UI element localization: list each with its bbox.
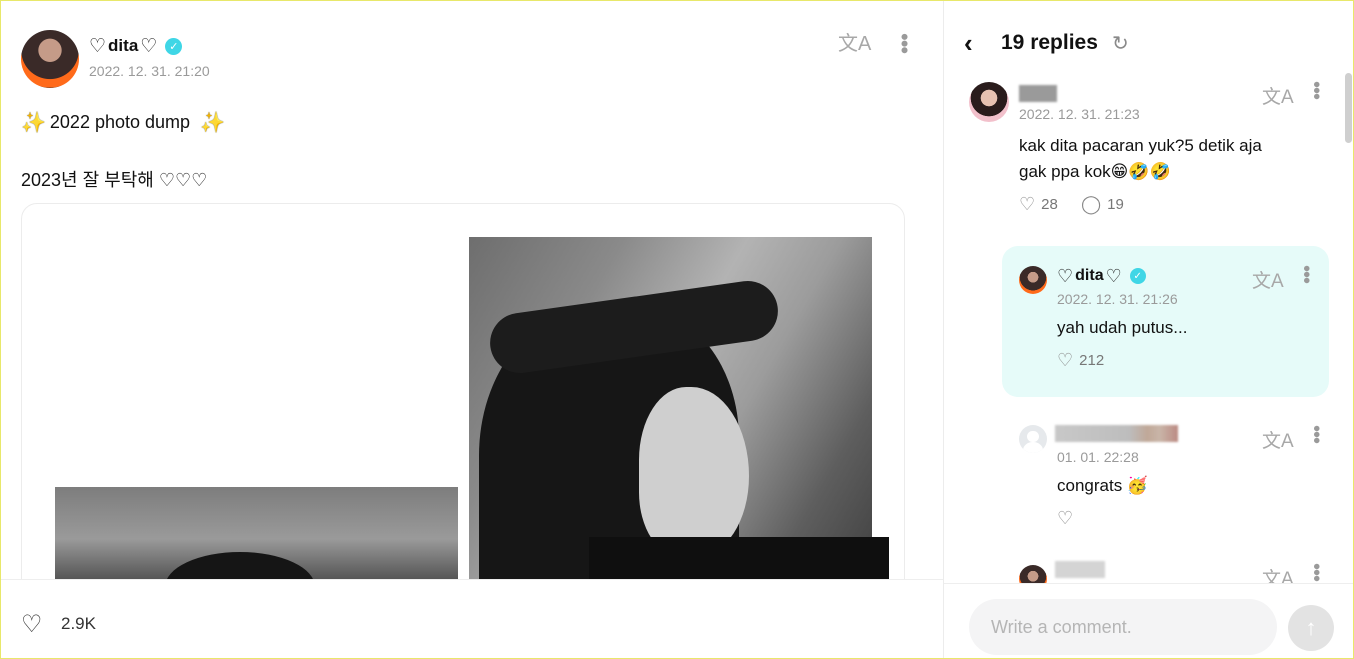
heart-icon: ♡	[1057, 266, 1074, 286]
reply-date: 2022. 12. 31. 21:23	[1019, 106, 1140, 122]
reply-text: congrats 🥳	[1057, 476, 1149, 495]
send-button[interactable]: ↑	[1288, 605, 1334, 651]
reply-author-name-blurred	[1055, 425, 1178, 442]
verified-badge-icon: ✓	[1129, 268, 1146, 284]
heart-icon: ♡	[140, 35, 158, 57]
verified-badge-icon: ✓	[165, 37, 183, 55]
like-count: 2.9K	[61, 614, 96, 633]
heart-hand-icon: ♡	[1057, 508, 1074, 528]
post-footer: ♡ 2.9K	[0, 579, 943, 659]
author-avatar[interactable]	[1019, 266, 1047, 294]
comment-bar: ↑	[944, 583, 1354, 659]
reply-author[interactable]: ♡ dita ♡ ✓	[1057, 267, 1146, 285]
post-text-line1: ✨ 2022 photo dump ✨	[21, 110, 225, 135]
refresh-icon[interactable]: ↻	[1112, 31, 1129, 56]
post-line1-text: 2022 photo dump	[49, 112, 191, 132]
heart-icon: ♡	[1105, 266, 1122, 286]
post-panel: ♡ dita ♡ ✓ 2022. 12. 31. 21:20 文A ••• ✨ …	[0, 0, 943, 659]
post-author[interactable]: ♡ dita ♡ ✓	[89, 35, 183, 57]
translate-icon[interactable]: 文A	[838, 34, 871, 54]
reply-comments: 19	[1107, 196, 1124, 213]
reply-date: 01. 01. 22:28	[1057, 449, 1139, 465]
reply-like-button[interactable]: ♡	[1057, 508, 1073, 529]
reply-likes: 28	[1041, 196, 1058, 213]
reply-date: 2022. 12. 31. 21:26	[1057, 291, 1178, 307]
heart-icon: ♡	[89, 35, 107, 57]
author-avatar[interactable]	[21, 30, 79, 88]
scrollbar[interactable]	[1345, 73, 1352, 143]
translate-icon[interactable]: 文A	[1262, 82, 1294, 109]
author-name: dita	[108, 36, 139, 55]
reply-text: yah udah putus...	[1057, 318, 1188, 337]
reply-text-line2: gak ppa kok😁🤣🤣	[1019, 162, 1171, 181]
comment-input[interactable]	[969, 599, 1277, 655]
replies-title: 19 replies	[1001, 31, 1098, 54]
more-vertical-icon[interactable]: •••	[1304, 81, 1327, 99]
post-date: 2022. 12. 31. 21:20	[89, 63, 210, 79]
more-vertical-icon[interactable]: •••	[892, 33, 917, 53]
photo-gallery[interactable]	[21, 203, 905, 603]
translate-icon[interactable]: 文A	[1262, 426, 1294, 453]
post-text-line2: 2023년 잘 부탁해 ♡♡♡	[21, 170, 208, 190]
sparkle-icon: ✨	[21, 112, 46, 134]
reply-avatar[interactable]	[1019, 425, 1047, 453]
more-vertical-icon[interactable]: •••	[1304, 563, 1327, 581]
reply-avatar[interactable]	[969, 82, 1009, 122]
replies-panel: ‹ 19 replies ↻ 2022. 12. 31. 21:23 文A ••…	[944, 0, 1354, 659]
more-vertical-icon[interactable]: •••	[1304, 425, 1327, 443]
reply-text-line1: kak dita pacaran yuk?5 detik aja	[1019, 136, 1262, 155]
reply-like-count[interactable]: ♡ 28	[1019, 194, 1058, 215]
sparkle-icon: ✨	[200, 112, 225, 134]
chevron-left-icon[interactable]: ‹	[964, 28, 973, 59]
more-vertical-icon[interactable]: •••	[1294, 265, 1317, 283]
heart-hand-icon: ♡	[1019, 194, 1036, 214]
reply-comment-count[interactable]: ◯ 19	[1081, 194, 1124, 215]
reply-author-name-blurred	[1055, 561, 1105, 578]
translate-icon[interactable]: 文A	[1252, 266, 1284, 293]
reply-author-name-blurred	[1019, 85, 1057, 102]
reply-like-count[interactable]: ♡ 212	[1057, 350, 1104, 371]
comment-bubble-icon: ◯	[1081, 194, 1102, 214]
arrow-up-icon: ↑	[1305, 615, 1317, 640]
photo-2[interactable]	[469, 237, 889, 602]
heart-hand-icon[interactable]: ♡	[21, 610, 43, 639]
reply-likes: 212	[1079, 352, 1105, 369]
heart-hand-icon: ♡	[1057, 350, 1074, 370]
reply-author-name: dita	[1075, 267, 1104, 284]
